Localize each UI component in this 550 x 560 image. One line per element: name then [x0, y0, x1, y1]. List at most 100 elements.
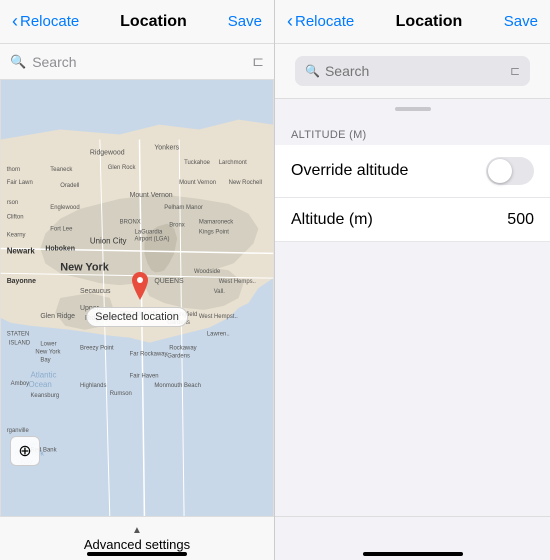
svg-text:West Hemps..: West Hemps..	[219, 279, 257, 285]
chevron-up-icon: ▲	[132, 525, 142, 536]
svg-text:Oradell: Oradell	[60, 183, 79, 189]
drag-handle[interactable]	[395, 107, 431, 111]
svg-text:rganville: rganville	[7, 428, 30, 434]
svg-text:Ridgewood: Ridgewood	[90, 149, 125, 156]
right-search-bar[interactable]: 🔍 ⊏	[295, 56, 530, 86]
left-nav-title: Location	[120, 13, 187, 31]
advanced-settings-label: Advanced settings	[84, 537, 190, 552]
svg-text:thorn: thorn	[7, 167, 21, 173]
svg-text:Mount Vernon: Mount Vernon	[179, 180, 216, 186]
right-bookmark-icon[interactable]: ⊏	[510, 64, 520, 78]
advanced-settings-button[interactable]: ▲ Advanced settings	[84, 525, 190, 552]
svg-text:ISLAND: ISLAND	[9, 341, 30, 347]
svg-text:Fair Lawn: Fair Lawn	[7, 180, 33, 186]
svg-text:Tuckahoe: Tuckahoe	[184, 160, 211, 166]
svg-text:Kings Point: Kings Point	[199, 230, 229, 236]
svg-text:BRONX: BRONX	[120, 220, 141, 226]
svg-text:Rockaway: Rockaway	[169, 346, 196, 352]
svg-text:LaGuardia: LaGuardia	[135, 230, 163, 236]
right-back-button[interactable]: ‹ Relocate	[287, 11, 354, 32]
svg-text:Secaucus: Secaucus	[80, 288, 111, 295]
selected-location-label: Selected location	[86, 307, 188, 327]
svg-text:rson: rson	[7, 200, 19, 206]
svg-text:New York: New York	[60, 261, 110, 273]
altitude-label: Altitude (m)	[291, 211, 373, 229]
right-home-indicator	[363, 552, 463, 556]
altitude-section-header: ALTITUDE (M)	[275, 123, 550, 145]
svg-text:Pelham Manor: Pelham Manor	[164, 205, 203, 211]
left-back-button[interactable]: ‹ Relocate	[12, 11, 79, 32]
svg-text:Glen Rock: Glen Rock	[108, 165, 136, 171]
svg-text:Hoboken: Hoboken	[45, 245, 75, 252]
override-altitude-label: Override altitude	[291, 162, 408, 180]
svg-text:Airport (LGA): Airport (LGA)	[135, 237, 170, 243]
svg-text:New Rochell: New Rochell	[229, 180, 262, 186]
left-save-button[interactable]: Save	[228, 13, 262, 30]
left-nav-bar: ‹ Relocate Location Save	[0, 0, 274, 44]
svg-text:Teaneck: Teaneck	[50, 167, 72, 173]
home-indicator	[87, 552, 187, 556]
svg-text:Highlands: Highlands	[80, 383, 106, 389]
svg-text:Bronx: Bronx	[169, 223, 185, 229]
right-back-label: Relocate	[295, 13, 354, 30]
override-altitude-toggle[interactable]	[486, 157, 534, 185]
svg-text:Mount Vernon: Mount Vernon	[130, 192, 173, 199]
left-panel: ‹ Relocate Location Save 🔍 ⊏	[0, 0, 275, 560]
svg-text:Vall.: Vall.	[214, 289, 225, 295]
svg-text:Lawren..: Lawren..	[207, 332, 230, 338]
svg-text:STATEN: STATEN	[7, 332, 30, 338]
svg-text:Kearny: Kearny	[7, 233, 26, 239]
right-nav-bar: ‹ Relocate Location Save	[275, 0, 550, 44]
target-location-button[interactable]: ⊕	[10, 436, 40, 466]
svg-text:Bayonne: Bayonne	[7, 278, 36, 285]
bookmark-icon[interactable]: ⊏	[252, 53, 264, 70]
right-panel: ‹ Relocate Location Save 🔍 ⊏ ALTITUDE (M…	[275, 0, 550, 560]
svg-text:Mamaroneck: Mamaroneck	[199, 220, 233, 226]
right-bottom-bar	[275, 516, 550, 560]
left-search-input[interactable]	[32, 54, 252, 70]
map-background: Atlantic Ocean Lower New York Bay Ridgew…	[0, 80, 274, 516]
svg-text:Englewood: Englewood	[50, 205, 79, 211]
svg-text:Atlantic: Atlantic	[30, 370, 56, 379]
left-bottom-bar: ▲ Advanced settings	[0, 516, 274, 560]
svg-text:Glen Ridge: Glen Ridge	[40, 313, 75, 320]
left-search-bar: 🔍 ⊏	[0, 44, 274, 80]
right-search-icon: 🔍	[305, 64, 320, 78]
svg-text:Larchmont: Larchmont	[219, 160, 247, 166]
svg-text:Lower: Lower	[40, 342, 56, 348]
left-back-label: Relocate	[20, 13, 79, 30]
svg-text:West Hempst..: West Hempst..	[199, 314, 238, 320]
svg-text:Gardens: Gardens	[167, 353, 190, 359]
svg-text:Newark: Newark	[7, 246, 36, 255]
svg-text:Breezy Point: Breezy Point	[80, 346, 114, 352]
right-nav-title: Location	[396, 13, 463, 31]
svg-text:Far Rockaway: Far Rockaway	[130, 351, 168, 357]
map-container[interactable]: Atlantic Ocean Lower New York Bay Ridgew…	[0, 80, 274, 516]
right-search-input[interactable]	[325, 63, 510, 79]
svg-text:Monmouth Beach: Monmouth Beach	[154, 383, 201, 389]
svg-text:Clifton: Clifton	[7, 215, 24, 221]
left-chevron-icon: ‹	[12, 11, 18, 32]
svg-text:Rumson: Rumson	[110, 391, 132, 397]
svg-text:New York: New York	[35, 349, 60, 355]
svg-text:Amboy: Amboy	[11, 381, 30, 387]
svg-text:QUEENS: QUEENS	[154, 278, 184, 285]
altitude-value-row: Altitude (m) 500	[275, 198, 550, 242]
map-pin	[130, 272, 150, 296]
right-save-button[interactable]: Save	[504, 13, 538, 30]
svg-text:Bay: Bay	[40, 357, 50, 363]
svg-text:Fair Haven: Fair Haven	[130, 373, 159, 379]
svg-text:Union City: Union City	[90, 237, 127, 246]
search-icon: 🔍	[10, 54, 26, 70]
altitude-section: ALTITUDE (M) Override altitude Altitude …	[275, 123, 550, 242]
toggle-thumb	[488, 159, 512, 183]
svg-text:Yonkers: Yonkers	[154, 144, 179, 151]
drag-handle-area	[275, 99, 550, 115]
right-chevron-icon: ‹	[287, 11, 293, 32]
svg-text:Ocean: Ocean	[28, 380, 51, 389]
svg-text:Keansburg: Keansburg	[30, 393, 59, 399]
override-altitude-row: Override altitude	[275, 145, 550, 198]
altitude-value: 500	[507, 211, 534, 229]
svg-text:Woodside: Woodside	[194, 269, 221, 275]
svg-text:Fort Lee: Fort Lee	[50, 227, 73, 233]
